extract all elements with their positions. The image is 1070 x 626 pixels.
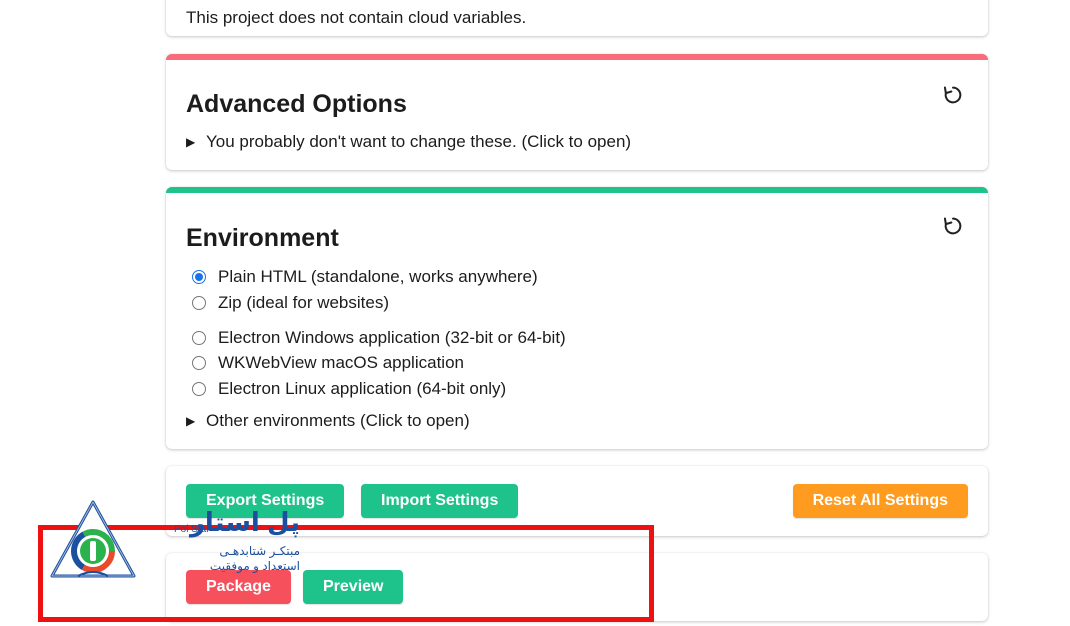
- advanced-options-card: Advanced Options ▶ You probably don't wan…: [166, 54, 988, 170]
- radio-button[interactable]: [192, 356, 206, 370]
- triangle-right-icon: ▶: [186, 135, 196, 149]
- environment-option-label: Electron Windows application (32-bit or …: [218, 328, 566, 347]
- environment-option-label: Electron Linux application (64-bit only): [218, 379, 507, 398]
- preview-button[interactable]: Preview: [303, 570, 404, 604]
- reset-icon[interactable]: [942, 84, 964, 106]
- environment-option-label: Plain HTML (standalone, works anywhere): [218, 267, 538, 286]
- environment-card: Environment Plain HTML (standalone, work…: [166, 187, 988, 449]
- settings-card: Export Settings Import Settings Reset Al…: [166, 466, 988, 536]
- advanced-options-disclosure-label: You probably don't want to change these.…: [206, 132, 632, 151]
- other-environments-label: Other environments (Click to open): [206, 411, 470, 430]
- advanced-options-title: Advanced Options: [186, 90, 407, 118]
- environment-option-wkwebview-macos[interactable]: WKWebView macOS application: [192, 352, 464, 374]
- cloud-variables-card: This project does not contain cloud vari…: [166, 0, 988, 36]
- radio-button-checked[interactable]: [192, 270, 206, 284]
- other-environments-disclosure[interactable]: ▶ Other environments (Click to open): [186, 411, 470, 431]
- cloud-variables-message: This project does not contain cloud vari…: [186, 8, 527, 27]
- import-settings-button[interactable]: Import Settings: [361, 484, 519, 518]
- reset-icon[interactable]: [942, 215, 964, 237]
- actions-card: Package Preview: [166, 553, 988, 621]
- export-settings-button[interactable]: Export Settings: [186, 484, 345, 518]
- environment-option-zip[interactable]: Zip (ideal for websites): [192, 292, 389, 314]
- triangle-right-icon: ▶: [186, 414, 196, 428]
- radio-button[interactable]: [192, 296, 206, 310]
- advanced-options-disclosure[interactable]: ▶ You probably don't want to change these…: [186, 132, 631, 152]
- radio-button[interactable]: [192, 382, 206, 396]
- environment-option-electron-linux[interactable]: Electron Linux application (64-bit only): [192, 378, 506, 400]
- environment-option-plain-html[interactable]: Plain HTML (standalone, works anywhere): [192, 266, 538, 288]
- radio-button[interactable]: [192, 331, 206, 345]
- environment-title: Environment: [186, 224, 339, 252]
- polstar-logo-icon: [50, 500, 136, 578]
- environment-option-label: WKWebView macOS application: [218, 353, 464, 372]
- environment-option-electron-windows[interactable]: Electron Windows application (32-bit or …: [192, 327, 566, 349]
- reset-all-settings-button[interactable]: Reset All Settings: [792, 484, 968, 518]
- environment-option-label: Zip (ideal for websites): [218, 293, 390, 312]
- package-button[interactable]: Package: [186, 570, 291, 604]
